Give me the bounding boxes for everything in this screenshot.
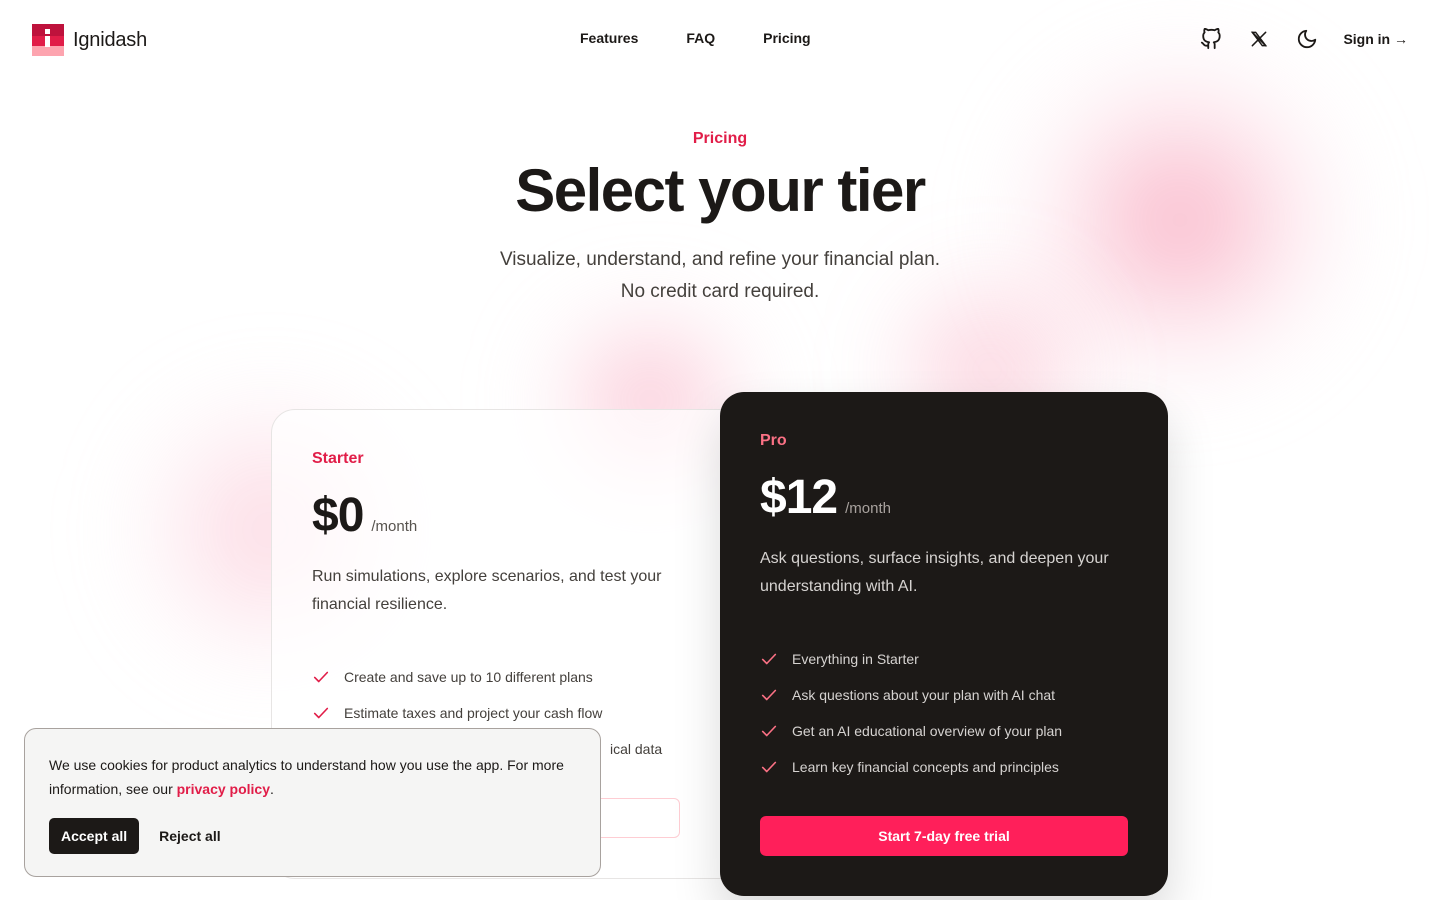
github-icon[interactable] <box>1199 27 1223 51</box>
start-trial-button[interactable]: Start 7-day free trial <box>760 816 1128 856</box>
feature-item: Learn key financial concepts and princip… <box>760 749 1128 785</box>
feature-text: Learn key financial concepts and princip… <box>792 759 1059 775</box>
cookie-message: We use cookies for product analytics to … <box>49 753 576 801</box>
header-actions: Sign in → <box>1199 27 1408 51</box>
nav-faq[interactable]: FAQ <box>686 30 715 46</box>
plan-description: Run simulations, explore scenarios, and … <box>312 568 662 613</box>
check-icon <box>761 725 777 737</box>
logo-icon <box>32 24 64 56</box>
plan-price: $0 <box>312 489 364 542</box>
main-nav: Features FAQ Pricing <box>580 30 811 46</box>
brand-name: Ignidash <box>73 28 148 51</box>
pro-plan-card: Pro $12 /month Ask questions, surface in… <box>720 392 1168 896</box>
feature-item: Create and save up to 10 different plans <box>312 659 690 695</box>
site-header: Ignidash Features FAQ Pricing Sign in → <box>0 0 1440 80</box>
cookie-banner: We use cookies for product analytics to … <box>24 728 601 877</box>
feature-item: Get an AI educational overview of your p… <box>760 713 1128 749</box>
plan-name: Pro <box>760 432 787 449</box>
x-twitter-icon[interactable] <box>1247 27 1271 51</box>
page-title: Select your tier <box>515 157 926 224</box>
feature-text: Ask questions about your plan with AI ch… <box>792 687 1056 703</box>
check-icon <box>761 689 777 701</box>
plan-period: /month <box>371 518 418 535</box>
cookie-text-end: . <box>270 781 274 797</box>
sign-in-link[interactable]: Sign in → <box>1343 31 1408 47</box>
subtitle-line: No credit card required. <box>620 281 820 302</box>
check-icon <box>313 671 329 683</box>
feature-item: Everything in Starter <box>760 641 1128 677</box>
nav-features[interactable]: Features <box>580 30 638 46</box>
plan-name: Starter <box>312 450 364 467</box>
check-icon <box>761 761 777 773</box>
plan-description: Ask questions, surface insights, and dee… <box>760 550 1109 595</box>
plan-period: /month <box>845 500 891 517</box>
plan-price: $12 <box>760 471 838 524</box>
feature-item: Estimate taxes and project your cash flo… <box>312 695 690 731</box>
subtitle-line: Visualize, understand, and refine your f… <box>499 249 941 270</box>
nav-pricing[interactable]: Pricing <box>763 30 810 46</box>
feature-text: Create and save up to 10 different plans <box>344 669 593 685</box>
cookie-actions: Accept all Reject all <box>49 818 576 854</box>
brand-logo[interactable]: Ignidash <box>32 24 147 56</box>
moon-icon[interactable] <box>1295 27 1319 51</box>
price-row: $12 /month <box>760 470 1128 525</box>
feature-list: Everything in Starter Ask questions abou… <box>760 641 1128 785</box>
feature-text: Estimate taxes and project your cash flo… <box>344 705 603 721</box>
check-icon <box>761 653 777 665</box>
check-icon <box>313 707 329 719</box>
accept-all-button[interactable]: Accept all <box>49 818 140 854</box>
reject-all-button[interactable]: Reject all <box>159 818 220 854</box>
privacy-policy-link[interactable]: privacy policy <box>177 781 270 797</box>
price-row: $0 /month <box>312 488 690 543</box>
hero-subtitle: Visualize, understand, and refine your f… <box>0 244 1440 308</box>
feature-item: Ask questions about your plan with AI ch… <box>760 677 1128 713</box>
feature-text: Everything in Starter <box>792 651 919 667</box>
cookie-text: We use cookies for product analytics to … <box>49 757 564 797</box>
feature-text: Get an AI educational overview of your p… <box>792 723 1063 739</box>
eyebrow-label: Pricing <box>692 130 748 147</box>
feature-text: ical data <box>610 741 663 757</box>
pricing-hero: Pricing Select your tier Visualize, unde… <box>0 130 1440 308</box>
